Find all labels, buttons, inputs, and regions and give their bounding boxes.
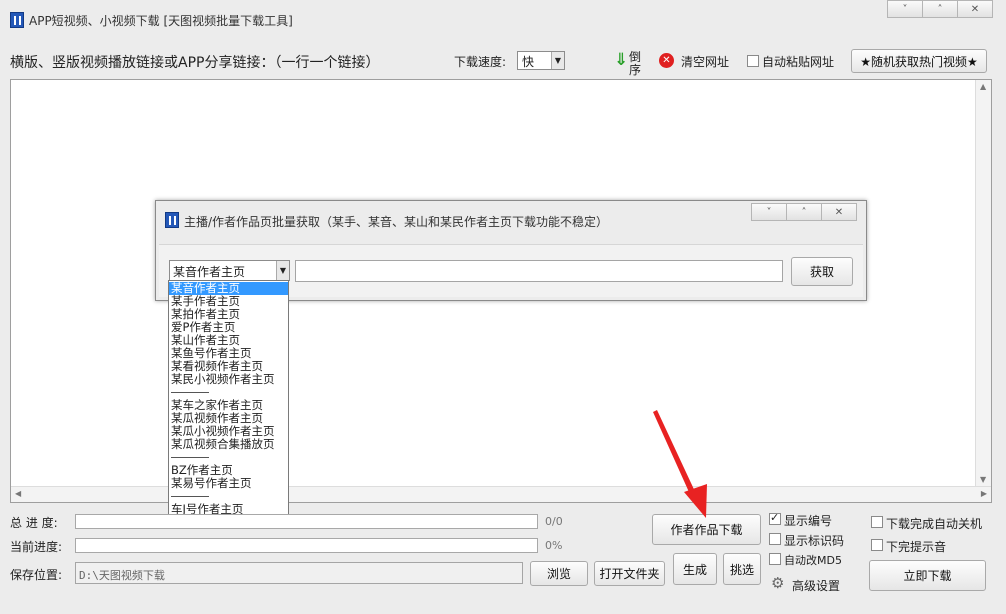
fetch-button[interactable]: 获取: [791, 257, 853, 286]
total-progress-label: 总 进 度:: [10, 516, 58, 530]
show-id-checkbox[interactable]: [769, 533, 781, 545]
clear-x-icon: ✕: [659, 53, 674, 68]
app-icon: [10, 12, 24, 28]
total-progress-value: 0/0: [545, 515, 563, 528]
horizontal-scrollbar[interactable]: ◀ ▶: [11, 486, 991, 502]
url-input-label: 横版、竖版视频播放链接或APP分享链接：（一行一个链接）: [10, 55, 380, 71]
dropdown-option[interactable]: 某易号作者主页: [169, 477, 288, 490]
author-url-input[interactable]: [295, 260, 783, 282]
auto-paste-label: 自动粘贴网址: [762, 55, 835, 69]
current-progress-label: 当前进度:: [10, 540, 63, 554]
annotation-arrow-shaft: [653, 410, 698, 501]
auto-shutdown-label: 下载完成自动关机: [886, 517, 983, 531]
save-path-input[interactable]: D:\天图视频下载: [75, 562, 523, 584]
checkmark-icon: ✓: [770, 511, 780, 524]
auto-md5-checkbox[interactable]: [769, 553, 781, 565]
source-dropdown-list[interactable]: 某音作者主页 某手作者主页 某拍作者主页 爱P作者主页 某山作者主页 某鱼号作者主页 某看视…: [168, 280, 289, 516]
source-select[interactable]: 某音作者主页 ▼: [169, 260, 290, 281]
dropdown-option[interactable]: 某瓜视频合集播放页: [169, 438, 288, 451]
open-folder-button[interactable]: 打开文件夹: [594, 561, 665, 586]
reverse-order-button[interactable]: ⇓ 倒 序: [614, 50, 644, 77]
dropdown-option[interactable]: 某民小视频作者主页: [169, 373, 288, 386]
save-location-label: 保存位置:: [10, 568, 63, 582]
show-number-label: 显示编号: [784, 514, 833, 528]
speed-label: 下载速度:: [454, 55, 507, 69]
show-id-label: 显示标识码: [784, 534, 845, 548]
scroll-down-icon[interactable]: ▼: [980, 475, 986, 484]
dialog-app-icon: [165, 212, 179, 228]
clear-urls-label: 清空网址: [681, 55, 730, 69]
chevron-down-icon: ▼: [276, 261, 289, 280]
dialog-title: 主播/作者作品页批量获取（某手、某音、某山和某民作者主页下载功能不稳定）: [184, 215, 609, 229]
dialog-window-controls: ˅ ˄ ✕: [751, 203, 857, 221]
dialog-maximize-button[interactable]: ˄: [786, 203, 822, 221]
completion-sound-label: 下完提示音: [886, 540, 947, 554]
green-arrow-down-icon: ⇓: [614, 50, 629, 70]
auto-paste-checkbox[interactable]: [747, 55, 759, 67]
vertical-scrollbar[interactable]: ▲ ▼: [975, 80, 991, 486]
current-progress-value: 0%: [545, 539, 563, 552]
minimize-button[interactable]: ˅: [887, 0, 923, 18]
dropdown-separator: [169, 451, 288, 464]
current-progress-bar: [75, 538, 538, 553]
browse-button[interactable]: 浏览: [530, 561, 588, 586]
annotation-arrow-head: [684, 484, 707, 518]
window-controls: ˅ ˄ ✕: [887, 0, 993, 18]
reverse-label-2: 序: [629, 63, 642, 77]
dropdown-separator: [169, 386, 288, 399]
title-bar: APP短视频、小视频下载 [天图视频批量下载工具] ˅ ˄ ✕: [0, 0, 1006, 42]
chevron-down-icon: ▼: [551, 52, 564, 69]
pick-button[interactable]: 挑选: [723, 553, 761, 585]
gear-icon: ⚙: [771, 574, 785, 592]
auto-md5-label: 自动改MD5: [784, 554, 842, 567]
source-select-value: 某音作者主页: [173, 265, 246, 279]
scroll-right-icon[interactable]: ▶: [981, 489, 987, 498]
dialog-close-button[interactable]: ✕: [821, 203, 857, 221]
show-number-checkbox[interactable]: ✓: [769, 511, 781, 525]
speed-select[interactable]: 快 ▼: [517, 51, 565, 70]
close-button[interactable]: ✕: [957, 0, 993, 18]
advanced-settings-label: 高级设置: [792, 579, 841, 593]
dropdown-separator: [169, 490, 288, 503]
annotation-arrow: [653, 410, 707, 518]
download-now-button[interactable]: 立即下载: [869, 560, 986, 591]
completion-sound-checkbox[interactable]: [871, 539, 883, 551]
generate-button[interactable]: 生成: [673, 553, 717, 585]
auto-shutdown-checkbox[interactable]: [871, 516, 883, 528]
speed-select-value: 快: [522, 55, 535, 69]
scroll-up-icon[interactable]: ▲: [980, 82, 986, 91]
dialog-minimize-button[interactable]: ˅: [751, 203, 787, 221]
scroll-left-icon[interactable]: ◀: [15, 489, 21, 498]
window-title: APP短视频、小视频下载 [天图视频批量下载工具]: [29, 14, 293, 28]
random-hot-video-button[interactable]: ★随机获取热门视频★: [851, 49, 987, 73]
advanced-settings-button[interactable]: ⚙ 高级设置: [771, 574, 851, 594]
total-progress-bar: [75, 514, 538, 529]
maximize-button[interactable]: ˄: [922, 0, 958, 18]
